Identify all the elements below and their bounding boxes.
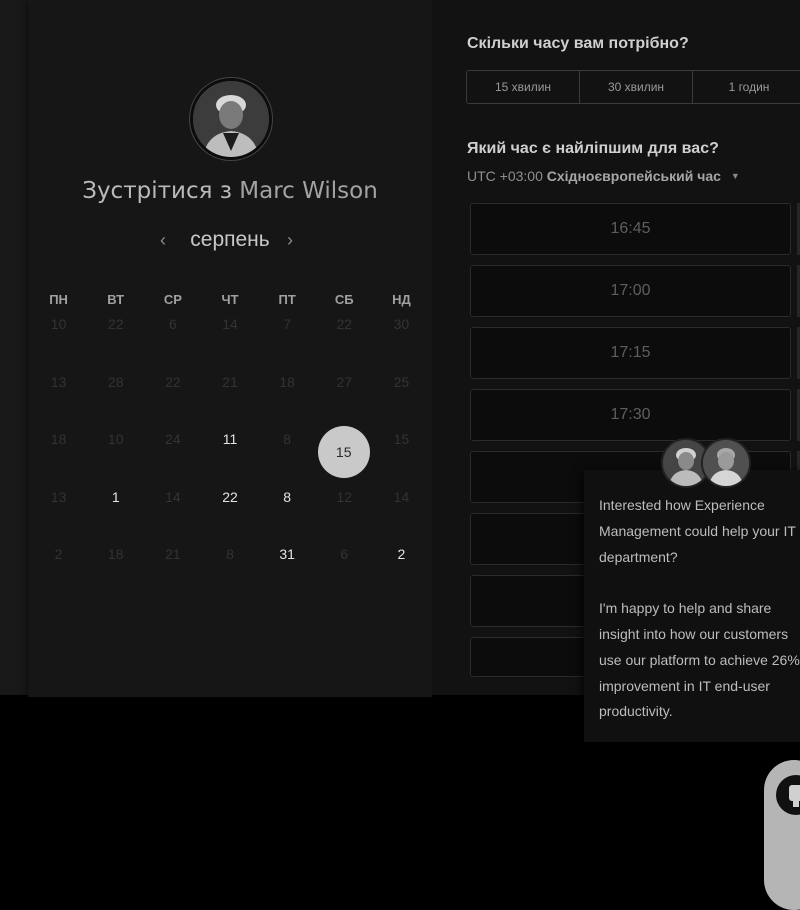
calendar-day-disabled: 15 [393,431,410,447]
chevron-right-icon[interactable]: › [287,230,293,251]
duration-option-15[interactable]: 15 хвилин [467,71,580,103]
calendar-day-disabled: 8 [283,431,292,447]
calendar-day-disabled: 24 [165,431,181,447]
duration-selector: 15 хвилин 30 хвилин 1 годин [466,70,800,104]
calendar-day-disabled: 21 [222,373,238,390]
calendar-day-disabled: 27 [336,373,353,390]
chat-message: Interested how Experience Management cou… [599,493,800,725]
caret-down-icon: ▼ [730,171,740,181]
duration-option-60[interactable]: 1 годин [693,71,800,103]
calendar-day-selected[interactable]: 15 [316,426,373,489]
weekday-header: ПН ВТ СР ЧТ ПТ СБ НД [30,292,430,307]
calendar-day-disabled: 12 [336,488,353,505]
calendar-grid: 10 22 6 14 7 22 30 13 28 22 21 18 27 25 18 10 24 11 8 15 15 1… [30,316,430,604]
time-slot[interactable]: 17:15 [470,327,791,379]
calendar-day-disabled: 21 [165,546,181,562]
calendar-day-disabled: 30 [393,316,410,332]
calendar-day-disabled: 22 [336,316,353,332]
time-question: Який час є найліпшим для вас? [467,140,719,157]
calendar-day-disabled: 22 [107,316,124,332]
calendar-day-disabled: 2 [54,546,63,562]
calendar-day-disabled: 22 [165,373,181,390]
month-label: серпень [190,228,270,251]
selected-day-circle[interactable]: 15 [317,426,370,478]
calendar-day-disabled: 6 [168,316,177,332]
calendar-day-available[interactable]: 11 [201,431,258,489]
calendar-day-disabled: 7 [283,316,292,332]
calendar-day-disabled: 14 [222,316,238,332]
weekday-label: СР [163,292,182,307]
time-slot[interactable]: 17:00 [470,265,791,317]
calendar-day-disabled: 18 [50,431,67,447]
calendar-week-row: 13 1 14 22 8 12 14 [30,489,430,547]
calendar-day-disabled: 18 [279,373,295,390]
calendar-day-disabled: 25 [393,373,410,390]
weekday-label: СБ [334,292,354,307]
left-background-strip [0,0,28,695]
person-photo-icon [193,81,269,157]
calendar-day-disabled: 13 [50,373,67,390]
calendar-day-disabled: 10 [107,431,124,447]
timezone-selector[interactable]: UTC +03:00 Східноєвропейський час ▼ [467,168,740,184]
timezone-name: Східноєвропейський час [546,168,721,184]
calendar-day-disabled: 13 [50,488,67,505]
duration-question: Скільки часу вам потрібно? [467,35,689,52]
calendar-day-disabled: 14 [393,488,410,505]
calendar-day-disabled: 14 [165,488,181,505]
chat-message-text: I'm happy to help and share insight into… [599,600,800,720]
calendar-week-row: 18 10 24 11 8 15 15 [30,426,430,489]
meeting-title-prefix: Зустрітися з [82,178,232,204]
month-navigation: ‹ серпень › [28,228,432,256]
calendar-day-disabled: 10 [50,316,67,332]
time-slot[interactable]: 16:45 [470,203,791,255]
host-avatar [190,78,272,160]
chat-launcher-icon [776,775,800,815]
host-name: Marc Wilson [239,178,378,204]
calendar-day-disabled: 6 [340,546,349,562]
calendar-week-row: 10 22 6 14 7 22 30 [30,316,430,374]
person-photo-icon [703,440,749,486]
calendar-day-disabled: 18 [107,546,124,562]
calendar-day-available[interactable]: 22 [201,489,258,547]
weekday-label: ПТ [278,292,296,307]
timezone-offset: UTC +03:00 [467,168,543,184]
calendar-day-available[interactable]: 2 [373,546,430,604]
calendar-day-available[interactable]: 31 [259,546,316,604]
calendar-week-row: 2 18 21 8 31 6 2 [30,546,430,604]
agent-avatar [701,438,751,488]
chat-message-text: Interested how Experience Management cou… [599,497,796,565]
meeting-title: Зустрітися з Marc Wilson [28,178,432,204]
weekday-label: ВТ [107,292,125,307]
calendar-day-available[interactable]: 8 [259,489,316,547]
time-slot[interactable]: 17:30 [470,389,791,441]
duration-option-30[interactable]: 30 хвилин [580,71,693,103]
calendar-day-available[interactable]: 1 [87,489,144,547]
weekday-label: ЧТ [221,292,239,307]
weekday-label: ПН [49,292,68,307]
calendar-day-disabled: 8 [226,546,234,562]
calendar-week-row: 13 28 22 21 18 27 25 [30,374,430,432]
calendar-day-disabled: 28 [107,373,124,390]
weekday-label: НД [392,292,411,307]
